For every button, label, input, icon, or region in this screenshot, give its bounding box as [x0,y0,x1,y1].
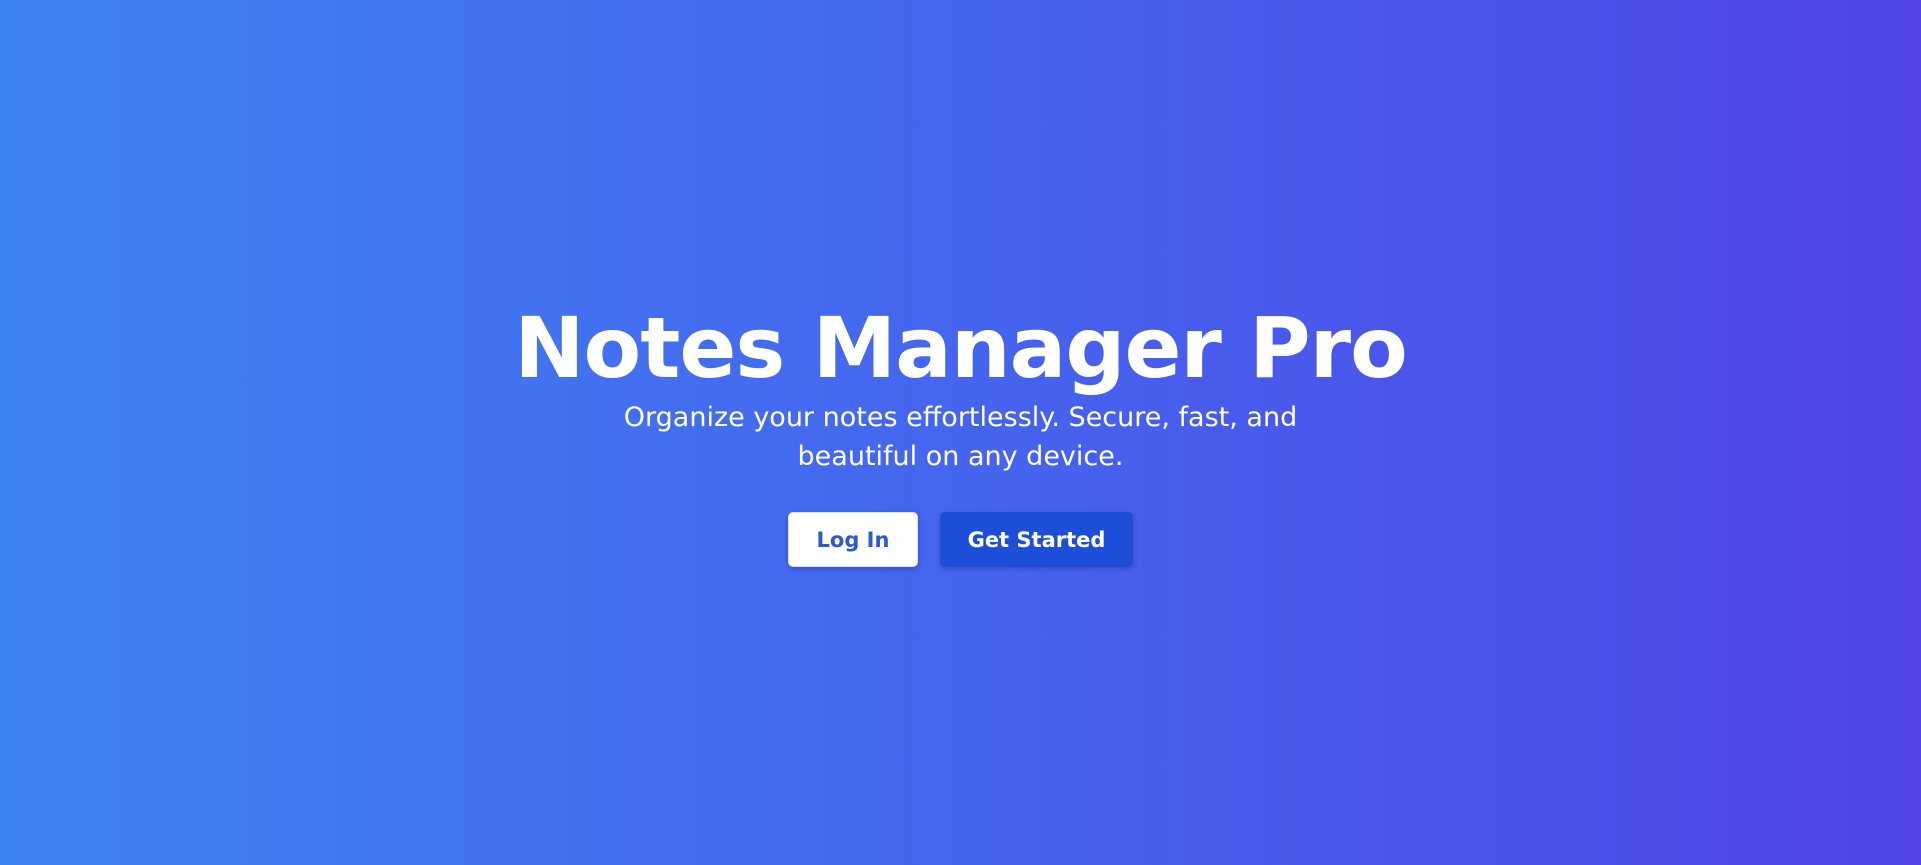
get-started-button[interactable]: Get Started [940,512,1133,567]
page-title: Notes Manager Pro [514,299,1408,397]
log-in-button[interactable]: Log In [788,512,918,567]
hero-subtitle-line: Organize your notes effortlessly. Secure… [623,402,1298,433]
hero-subtitle-line: beautiful on any device. [797,441,1124,472]
hero-subtitle: Organize your notes effortlessly. Secure… [624,398,1297,476]
hero-section: Notes Manager Pro Organize your notes ef… [0,0,1921,865]
hero-actions: Log In Get Started [788,512,1133,567]
